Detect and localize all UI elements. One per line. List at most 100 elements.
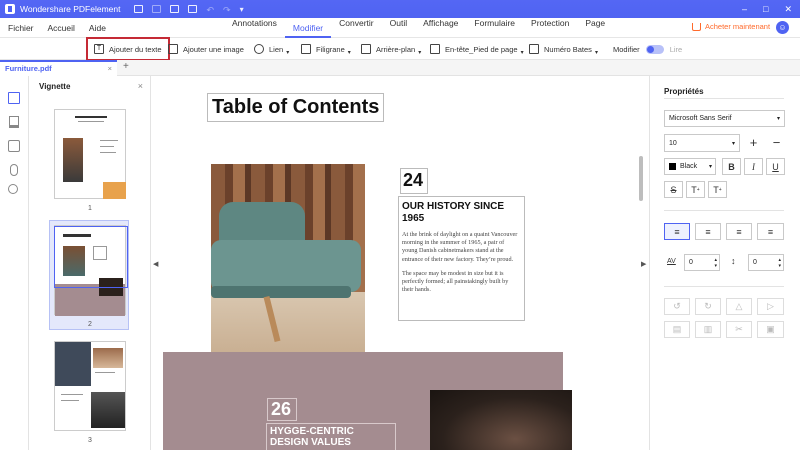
read-mode-label: Lire	[669, 44, 683, 54]
title-bar: Wondershare PDFelement ↶ ↷ ▾ – □ ✕	[0, 0, 800, 18]
bookmark-icon[interactable]	[9, 116, 19, 128]
collapse-left-icon[interactable]: ◀	[153, 260, 158, 268]
document-tab-label: Furniture.pdf	[5, 64, 52, 73]
tab-form[interactable]: Formulaire	[466, 18, 523, 38]
buy-now-link[interactable]: Acheter maintenant	[692, 22, 770, 31]
close-tab-icon[interactable]: ×	[108, 64, 112, 73]
line-spacing-icon: ↕	[731, 256, 736, 266]
menu-home[interactable]: Accueil	[40, 23, 75, 33]
table-of-contents-heading[interactable]: Table of Contents	[207, 93, 385, 122]
header-footer-icon	[430, 44, 440, 54]
crop-image-icon[interactable]: ✂	[726, 321, 752, 338]
header-footer-button[interactable]: En-tête_Pied de page ▾	[430, 38, 524, 60]
menu-help[interactable]: Aide	[81, 23, 106, 33]
page-number-26[interactable]: 26	[267, 398, 297, 421]
character-spacing-icon: AV	[667, 258, 676, 265]
add-text-button[interactable]: T Ajouter du texte	[86, 37, 170, 61]
font-family-value: Microsoft Sans Serif	[669, 115, 732, 122]
color-swatch	[669, 163, 676, 170]
character-spacing-value: 0	[689, 259, 693, 266]
armchair-photo[interactable]	[211, 164, 365, 372]
attachment-icon[interactable]	[10, 164, 18, 176]
customize-dropdown-icon[interactable]: ▾	[240, 5, 244, 14]
distribute-objects-icon[interactable]: ▥	[695, 321, 721, 338]
thumbnail-panel-icon[interactable]	[8, 92, 20, 104]
text-tool-icon: T	[94, 44, 104, 54]
dark-interior-photo[interactable]	[430, 390, 572, 450]
tab-protection[interactable]: Protection	[523, 18, 577, 38]
document-canvas[interactable]: Table of Contents 24 OUR HISTORY SINCE 1…	[163, 76, 637, 450]
app-title: Wondershare PDFelement	[20, 4, 121, 14]
tab-convert[interactable]: Convertir	[331, 18, 381, 38]
font-color-select[interactable]: Black ▾	[664, 158, 716, 175]
bates-number-button[interactable]: Numéro Bates ▾	[529, 38, 598, 60]
font-size-select[interactable]: 10 ▾	[664, 134, 740, 152]
scrollbar-thumb[interactable]	[639, 156, 643, 201]
collapse-left-panel[interactable]: ◀	[151, 76, 163, 450]
line-spacing-value: 0	[753, 259, 757, 266]
underline-button[interactable]: U	[766, 158, 785, 175]
link-icon	[254, 44, 264, 54]
italic-button[interactable]: I	[744, 158, 763, 175]
add-image-label: Ajouter une image	[183, 44, 244, 54]
page-number-24[interactable]: 24	[400, 168, 428, 194]
background-icon	[361, 44, 371, 54]
print-icon[interactable]	[170, 5, 180, 13]
line-spacing-input[interactable]: 0 ▴ ▾	[748, 254, 784, 271]
user-avatar-icon[interactable]: ☺	[776, 21, 789, 34]
tab-annotations[interactable]: Annotations	[224, 18, 285, 38]
replace-image-icon[interactable]: ▣	[757, 321, 784, 338]
add-text-label: Ajouter du texte	[109, 44, 162, 54]
tab-view[interactable]: Affichage	[415, 18, 466, 38]
folder-icon[interactable]	[134, 5, 144, 13]
link-button[interactable]: Lien ▾	[254, 38, 289, 60]
minimize-icon[interactable]: –	[742, 4, 747, 15]
increase-font-size-button[interactable]: +	[744, 134, 763, 151]
hygge-heading[interactable]: HYGGE-CENTRIC DESIGN VALUES	[266, 423, 396, 450]
close-window-icon[interactable]: ✕	[784, 4, 792, 15]
strikethrough-button[interactable]: S	[664, 181, 683, 198]
menu-file[interactable]: Fichier	[0, 23, 34, 33]
document-tab[interactable]: Furniture.pdf ×	[0, 60, 117, 76]
buy-now-label: Acheter maintenant	[705, 22, 771, 31]
tab-tool[interactable]: Outil	[382, 18, 415, 38]
new-tab-icon[interactable]: +	[123, 61, 129, 72]
search-icon[interactable]	[8, 184, 18, 194]
page-thumbnail-1[interactable]	[54, 109, 126, 199]
vertical-scrollbar[interactable]: ▶	[637, 76, 650, 450]
tab-edit[interactable]: Modifier	[284, 23, 332, 38]
watermark-button[interactable]: Filigrane ▾	[301, 38, 351, 60]
maximize-icon[interactable]: □	[763, 4, 768, 15]
email-icon[interactable]	[188, 5, 198, 13]
comment-icon[interactable]	[8, 140, 20, 152]
decrease-font-size-button[interactable]: −	[767, 134, 786, 151]
character-spacing-input[interactable]: 0 ▴ ▾	[684, 254, 720, 271]
justify-button[interactable]: ≡	[757, 223, 784, 240]
subscript-button[interactable]: T +	[708, 181, 727, 198]
flip-horizontal-icon[interactable]: △	[726, 298, 752, 315]
flip-vertical-icon[interactable]: ▷	[757, 298, 784, 315]
superscript-button[interactable]: T +	[686, 181, 705, 198]
expand-right-icon[interactable]: ▶	[641, 260, 646, 268]
mode-switch[interactable]	[645, 44, 664, 54]
tab-page[interactable]: Page	[577, 18, 613, 38]
align-center-button[interactable]: ≡	[695, 223, 721, 240]
font-family-select[interactable]: Microsoft Sans Serif ▾	[664, 110, 785, 127]
background-button[interactable]: Arrière-plan ▾	[361, 38, 421, 60]
add-image-button[interactable]: Ajouter une image	[168, 38, 244, 60]
rotate-right-icon[interactable]: ↻	[695, 298, 721, 315]
close-panel-icon[interactable]: ×	[138, 81, 143, 91]
font-color-value: Black	[680, 163, 698, 170]
edit-mode-toggle[interactable]: Modifier Lire	[613, 38, 682, 60]
rotate-left-icon[interactable]: ↺	[664, 298, 690, 315]
page-thumbnail-3[interactable]	[54, 341, 126, 431]
align-objects-icon[interactable]: ▤	[664, 321, 690, 338]
align-right-button[interactable]: ≡	[726, 223, 752, 240]
history-heading: OUR HISTORY SINCE 1965	[402, 201, 505, 224]
save-icon[interactable]	[152, 5, 162, 13]
align-left-button[interactable]: ≡	[664, 223, 690, 240]
page-number-2: 2	[88, 321, 92, 328]
history-text-block[interactable]: OUR HISTORY SINCE 1965 At the brink of d…	[398, 196, 525, 321]
bold-button[interactable]: B	[722, 158, 741, 175]
page-thumbnail-2[interactable]	[54, 225, 128, 316]
